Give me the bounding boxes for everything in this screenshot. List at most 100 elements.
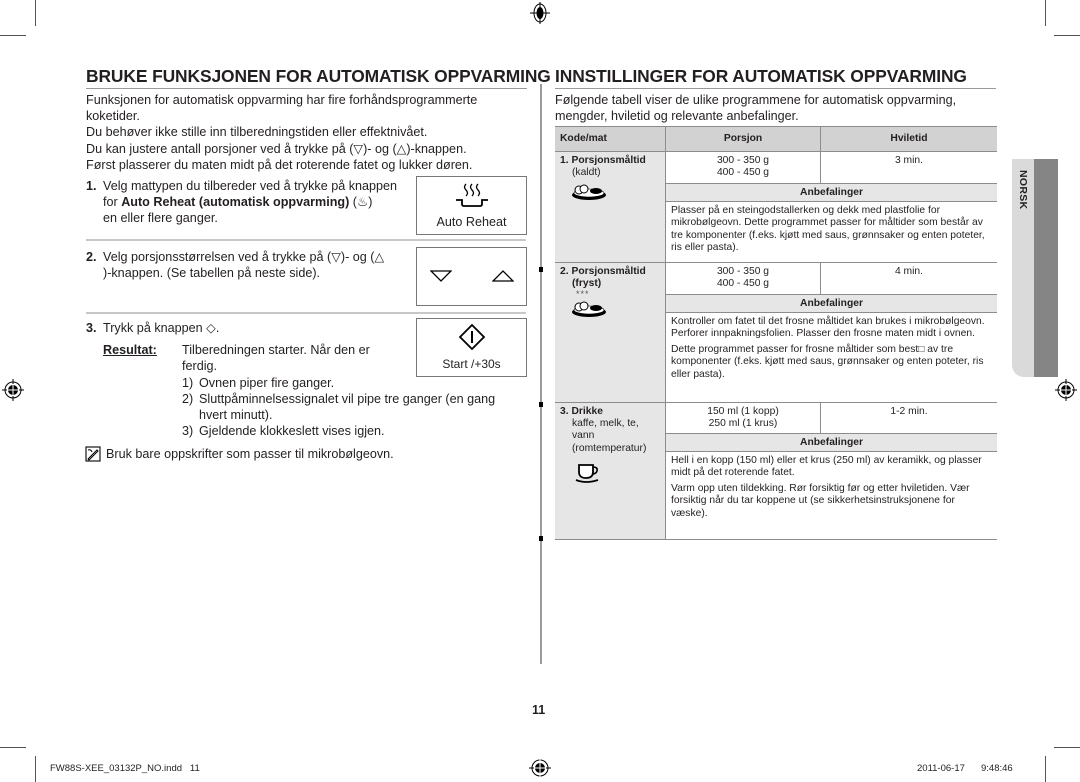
row-sub-line: vann bbox=[572, 430, 595, 442]
step-text: en eller flere ganger. bbox=[103, 211, 218, 225]
recommendation-text: Varm opp uten tildekking. Rør forsiktig … bbox=[671, 482, 970, 519]
registration-mark-icon bbox=[1055, 379, 1077, 401]
result-text: Tilberedningen starter. Når den er ferdi… bbox=[182, 342, 412, 374]
row-sub: kaffe, melk, te, vann (romtemperatur) bbox=[572, 418, 646, 455]
registration-mark-icon bbox=[530, 2, 550, 24]
recommendations-header: Anbefalinger bbox=[666, 434, 997, 451]
header-portion: Porsjon bbox=[723, 133, 763, 144]
registration-mark-icon bbox=[529, 757, 551, 779]
row-code: 3. Drikke bbox=[560, 406, 603, 417]
up-arrow-icon bbox=[492, 270, 514, 282]
recommendations-header: Anbefalinger bbox=[666, 184, 997, 201]
table-hline bbox=[666, 201, 997, 202]
start-icon bbox=[459, 324, 485, 350]
step-text-bold: Auto Reheat (automatisk oppvarming) bbox=[121, 195, 350, 209]
step-text: (♨) bbox=[349, 195, 373, 209]
cup-icon bbox=[575, 464, 599, 483]
portion-value: 400 - 450 g bbox=[716, 278, 770, 290]
row-sub-line: kaffe, melk, te, bbox=[572, 418, 639, 429]
step-text: Velg porsjonsstørrelsen ved å trykke på … bbox=[103, 250, 385, 264]
language-tab-label: NORSK bbox=[1017, 170, 1029, 210]
recommendation-text: Plasser på en steingodstallerken og dekk… bbox=[671, 205, 985, 254]
code-column-bg bbox=[555, 151, 665, 540]
fold-mark bbox=[539, 402, 543, 407]
portion-value: 150 ml (1 kopp) bbox=[707, 406, 779, 417]
recommendation-text: Kontroller om fatet til det frosne målti… bbox=[671, 316, 985, 340]
table-header: Kode/mat Porsjon Hviletid bbox=[555, 126, 997, 152]
auto-reheat-icon bbox=[456, 183, 488, 207]
portion-value: 400 - 450 g bbox=[716, 167, 770, 179]
note-text: Bruk bare oppskrifter som passer til mik… bbox=[106, 447, 394, 461]
result-list-item: 1) Ovnen piper fire ganger. bbox=[182, 375, 527, 391]
list-number: 3) bbox=[182, 424, 194, 438]
plate-meal-icon bbox=[572, 301, 606, 317]
list-text: hvert minutt). bbox=[199, 408, 273, 422]
footer-filename: FW88S-XEE_03132P_NO.indd 11 bbox=[50, 763, 200, 774]
fold-mark bbox=[539, 536, 543, 541]
down-arrow-icon bbox=[430, 270, 452, 282]
language-tab-edge bbox=[1034, 159, 1058, 377]
row-recommendations: Hell i en kopp (150 ml) eller et krus (2… bbox=[671, 455, 993, 523]
button-label: Start /+30s bbox=[442, 357, 501, 371]
registration-mark-icon bbox=[2, 379, 24, 401]
row-sub-line: (romtemperatur) bbox=[572, 442, 647, 454]
column-divider bbox=[540, 84, 542, 664]
recommendation-text: Hell i en kopp (150 ml) eller et krus (2… bbox=[671, 455, 982, 479]
table-bottom-line bbox=[555, 539, 997, 540]
step-3: 3. Trykk på knappen ◇. bbox=[86, 320, 416, 340]
step-text: Trykk på knappen ◇. bbox=[103, 321, 220, 335]
crop-mark bbox=[0, 747, 26, 748]
portion-value: 300 - 350 g bbox=[716, 155, 770, 166]
crop-mark bbox=[1054, 747, 1080, 748]
portion-value: 300 - 350 g bbox=[716, 266, 770, 277]
row-rest: 4 min. bbox=[894, 266, 924, 277]
footer-date: 2011-06-17 bbox=[917, 763, 965, 774]
row-portion: 150 ml (1 kopp) 250 ml (1 krus) bbox=[666, 406, 820, 431]
result-line: Tilberedningen starter. Når den er bbox=[182, 343, 370, 357]
intro-line: mengder, hviletid og relevante anbefalin… bbox=[555, 109, 799, 124]
right-intro: Følgende tabell viser de ulike programme… bbox=[555, 92, 1000, 124]
crop-mark bbox=[35, 0, 36, 26]
note-icon bbox=[85, 446, 101, 462]
list-text: Gjeldende klokkeslett vises igjen. bbox=[199, 424, 385, 438]
table-hline bbox=[666, 451, 997, 452]
step-1: 1. Velg mattypen du tilbereder ved å try… bbox=[86, 178, 416, 228]
row-recommendations: Kontroller om fatet til det frosne målti… bbox=[671, 316, 993, 384]
step-2: 2. Velg porsjonsstørrelsen ved å trykke … bbox=[86, 249, 416, 283]
button-label: Auto Reheat bbox=[436, 215, 507, 229]
step-text: )-knappen. (Se tabellen på neste side). bbox=[103, 266, 321, 280]
list-number: 2) bbox=[182, 392, 194, 406]
list-text: Ovnen piper fire ganger. bbox=[199, 376, 335, 390]
step-number: 2. bbox=[86, 250, 97, 264]
right-section-title: INNSTILLINGER FOR AUTOMATISK OPPVARMING bbox=[555, 66, 996, 89]
portion-buttons-illustration bbox=[416, 247, 527, 306]
frozen-stars-icon: *** bbox=[576, 289, 590, 299]
crop-mark bbox=[1045, 0, 1046, 26]
intro-line: Funksjonen for automatisk oppvarming har… bbox=[86, 93, 478, 107]
row-rest: 3 min. bbox=[894, 155, 924, 166]
intro-line: koketider. bbox=[86, 109, 140, 124]
step-number: 3. bbox=[86, 321, 97, 335]
table-row-separator bbox=[555, 402, 997, 403]
intro-line: Du behøver ikke stille inn tilberednings… bbox=[86, 125, 428, 140]
plate-meal-icon bbox=[572, 184, 606, 200]
result-line: ferdig. bbox=[182, 359, 218, 374]
recommendation-text: Dette programmet passer for frosne målti… bbox=[671, 343, 984, 380]
result-list: 1) Ovnen piper fire ganger. 2) Sluttpåmi… bbox=[182, 375, 527, 439]
crop-mark bbox=[35, 756, 36, 782]
step-divider bbox=[86, 239, 526, 241]
left-section-title: BRUKE FUNKSJONEN FOR AUTOMATISK OPPVARMI… bbox=[86, 66, 551, 89]
list-number: 1) bbox=[182, 376, 194, 390]
recommendations-header: Anbefalinger bbox=[666, 295, 997, 312]
portion-value: 250 ml (1 krus) bbox=[708, 418, 778, 430]
list-text: Sluttpåminnelsessignalet vil pipe tre ga… bbox=[199, 392, 496, 406]
row-code: 1. Porsjonsmåltid bbox=[560, 155, 646, 166]
table-row-separator bbox=[555, 262, 997, 263]
crop-mark bbox=[0, 35, 26, 36]
row-sub: (kaldt) bbox=[572, 167, 601, 178]
intro-line: Følgende tabell viser de ulike programme… bbox=[555, 93, 957, 107]
step-number: 1. bbox=[86, 179, 97, 193]
header-code: Kode/mat bbox=[560, 133, 607, 144]
result-label: Resultat: bbox=[103, 343, 157, 357]
intro-line: Du kan justere antall porsjoner ved å tr… bbox=[86, 141, 467, 156]
